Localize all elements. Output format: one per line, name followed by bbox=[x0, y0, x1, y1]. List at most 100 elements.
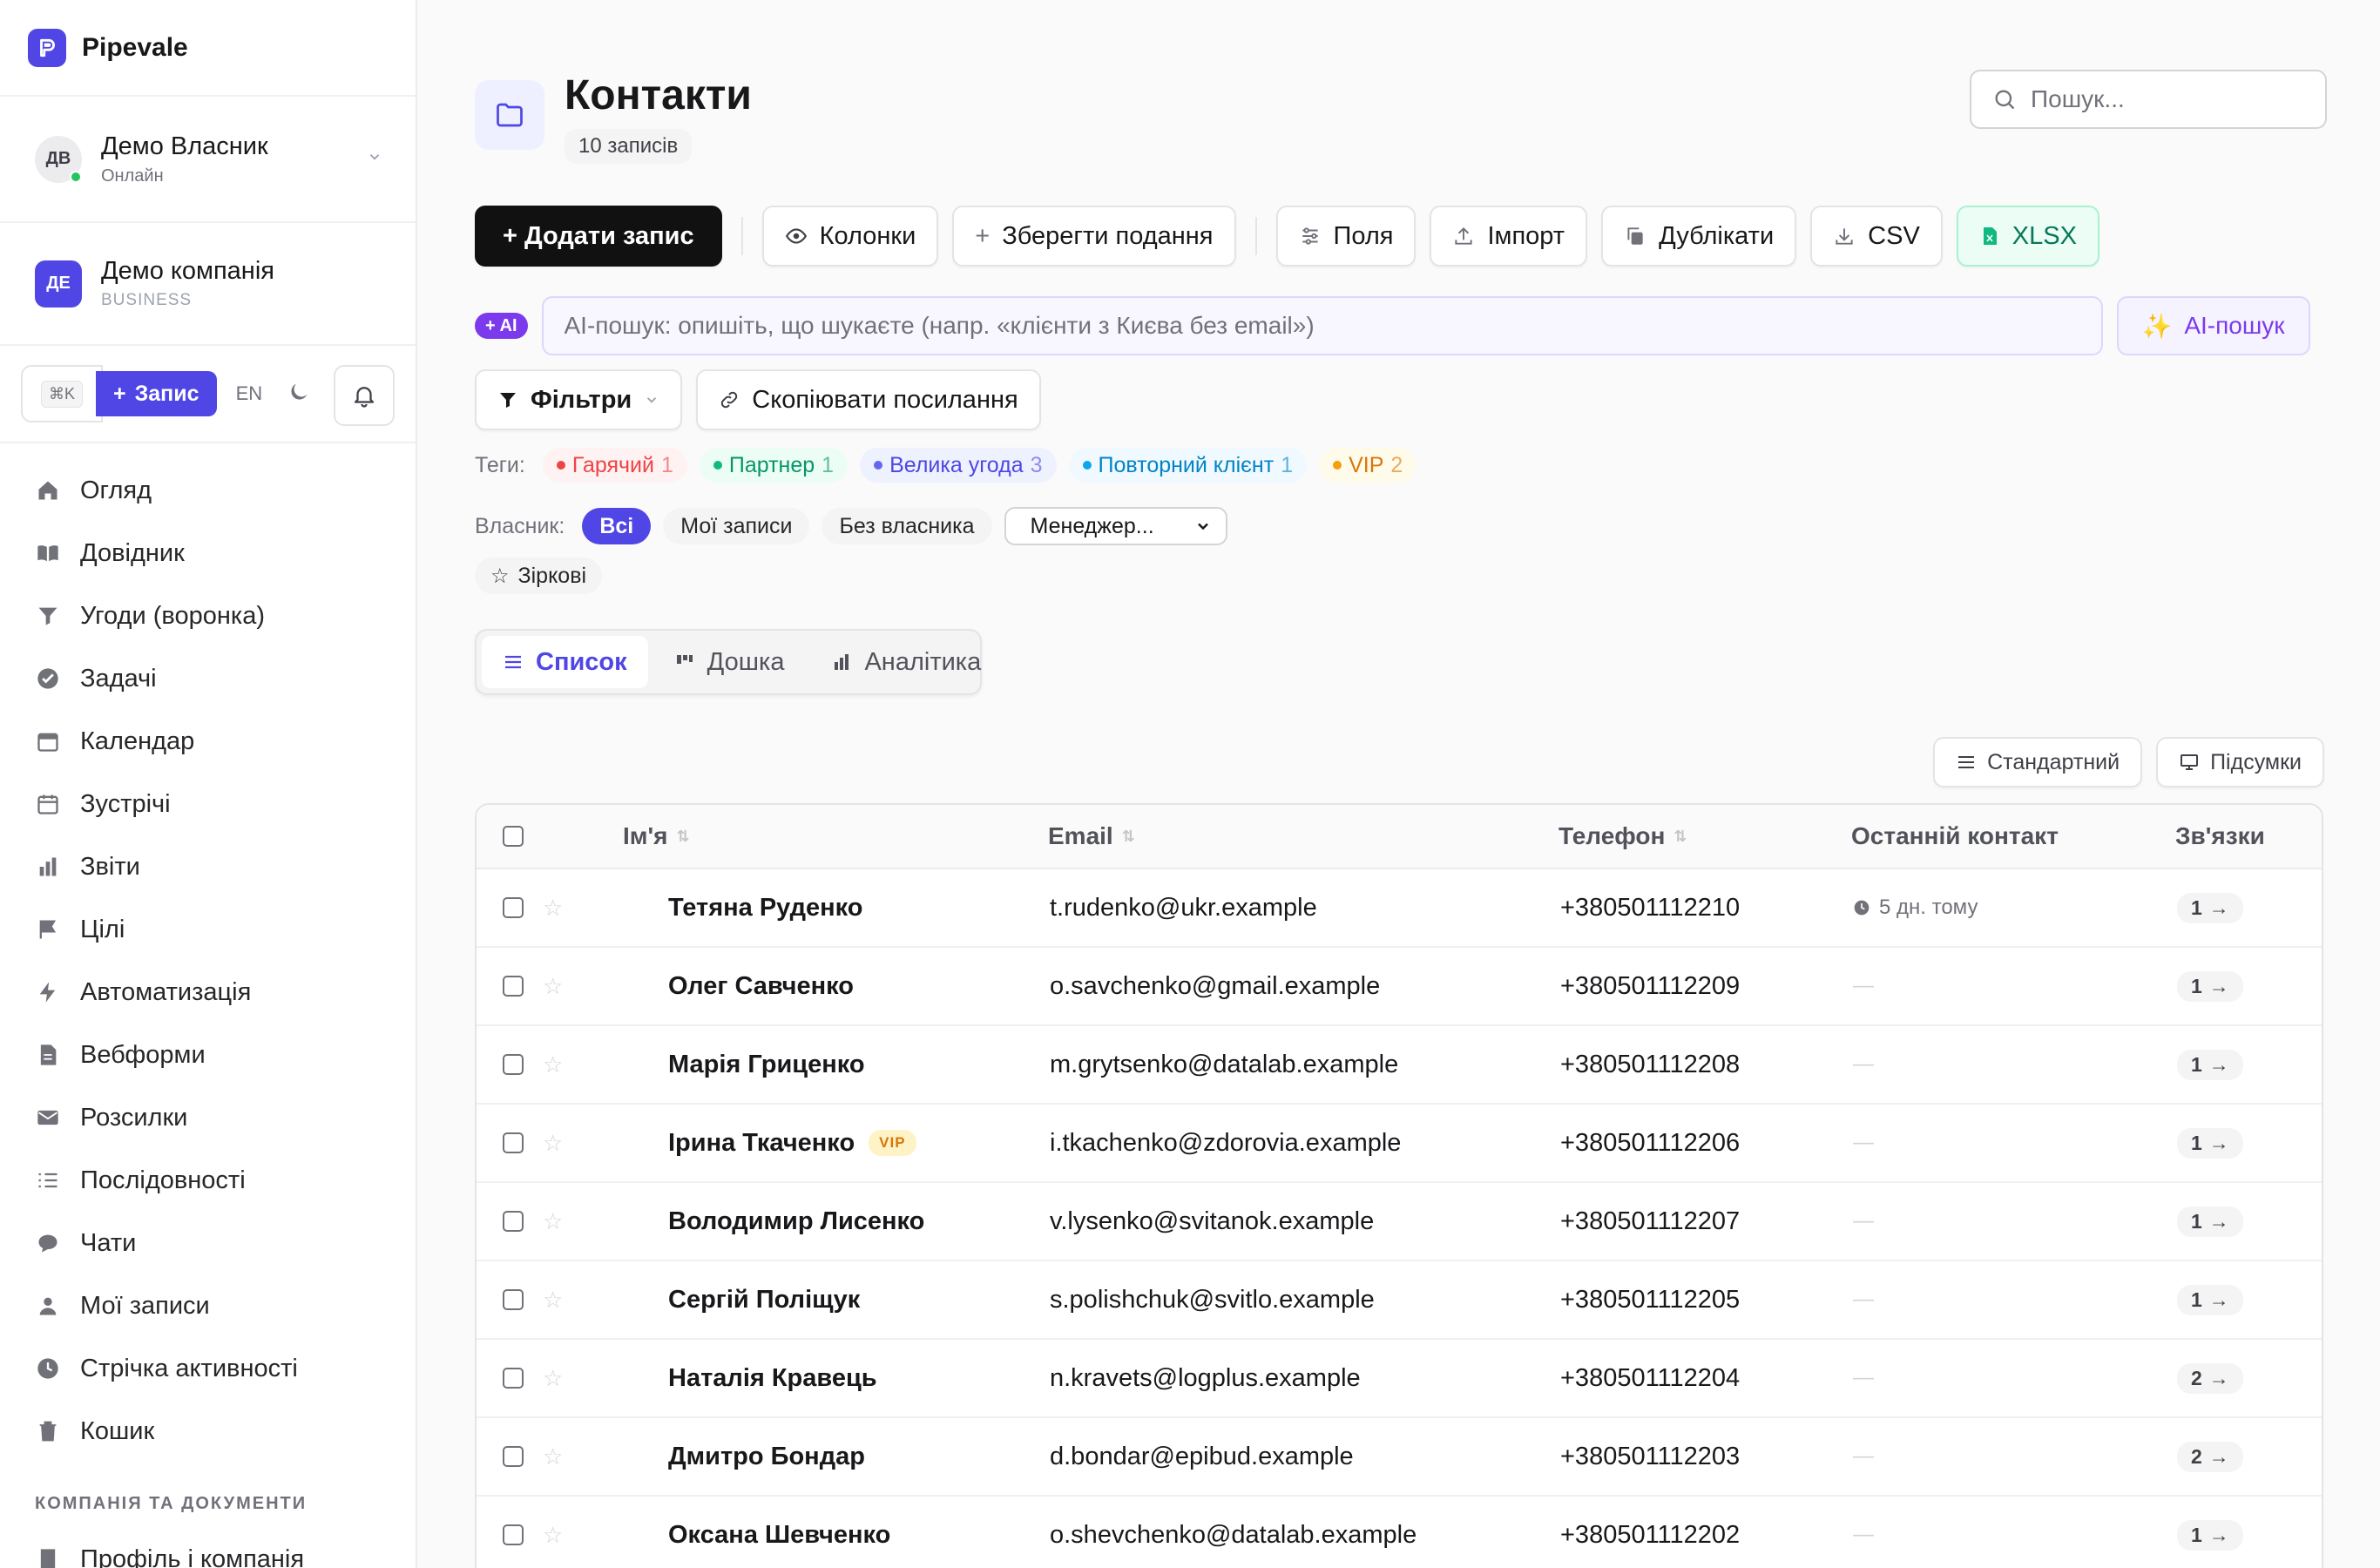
tab-board[interactable]: Дошка bbox=[653, 636, 806, 688]
nav-item-directory[interactable]: Довідник bbox=[0, 522, 416, 585]
owner-none-chip[interactable]: Без власника bbox=[822, 508, 992, 544]
links-badge[interactable]: 1 → bbox=[2177, 1127, 2243, 1159]
contact-email[interactable]: d.bondar@epibud.example bbox=[1050, 1443, 1560, 1471]
tag-chip[interactable]: Партнер 1 bbox=[699, 448, 849, 483]
contact-name[interactable]: Оксана Шевченко bbox=[668, 1521, 890, 1550]
table-row[interactable]: ☆ Дмитро Бондар d.bondar@epibud.example … bbox=[477, 1418, 2322, 1497]
star-icon[interactable]: ☆ bbox=[543, 1367, 563, 1389]
tab-list[interactable]: Список bbox=[482, 636, 648, 688]
owner-all-chip[interactable]: Всі bbox=[582, 508, 652, 544]
column-header-phone[interactable]: Телефон ⇅ bbox=[1558, 822, 1851, 850]
nav-item-activity-feed[interactable]: Стрічка активності bbox=[0, 1337, 416, 1400]
table-row[interactable]: ☆ Ірина Ткаченко VIP i.tkachenko@zdorovia… bbox=[477, 1105, 2322, 1183]
quick-add-record-button[interactable]: + Запис bbox=[96, 371, 217, 416]
user-switcher[interactable]: ДВ Демо Власник Онлайн bbox=[0, 97, 416, 223]
row-checkbox[interactable] bbox=[503, 1211, 524, 1232]
column-header-email[interactable]: Email ⇅ bbox=[1048, 822, 1558, 850]
nav-item-deals[interactable]: Угоди (воронка) bbox=[0, 585, 416, 647]
contact-phone[interactable]: +380501112207 bbox=[1560, 1207, 1853, 1236]
search-box[interactable] bbox=[1970, 70, 2327, 129]
star-icon[interactable]: ☆ bbox=[543, 1524, 563, 1546]
save-view-button[interactable]: + Зберегти подання bbox=[952, 206, 1236, 267]
nav-item-trash[interactable]: Кошик bbox=[0, 1400, 416, 1463]
contact-name[interactable]: Володимир Лисенко bbox=[668, 1207, 924, 1236]
columns-button[interactable]: Колонки bbox=[761, 206, 939, 267]
tab-analytics[interactable]: Аналітика bbox=[810, 636, 1002, 688]
row-checkbox[interactable] bbox=[503, 1368, 524, 1389]
contact-phone[interactable]: +380501112206 bbox=[1560, 1129, 1853, 1158]
nav-item-profile-company[interactable]: Профіль і компанія bbox=[0, 1528, 416, 1568]
column-header-last-contact[interactable]: Останній контакт bbox=[1851, 822, 2175, 850]
row-checkbox[interactable] bbox=[503, 1054, 524, 1075]
tag-chip[interactable]: Гарячий 1 bbox=[542, 448, 687, 483]
contact-phone[interactable]: +380501112209 bbox=[1560, 972, 1853, 1001]
column-header-name[interactable]: Ім'я ⇅ bbox=[623, 822, 1048, 850]
notifications-button[interactable] bbox=[334, 365, 395, 426]
nav-item-tasks[interactable]: Задачі bbox=[0, 647, 416, 710]
search-input[interactable] bbox=[2031, 85, 2309, 113]
contact-name[interactable]: Марія Гриценко bbox=[668, 1051, 865, 1079]
tag-chip[interactable]: VIP 2 bbox=[1319, 448, 1417, 483]
nav-item-meetings[interactable]: Зустрічі bbox=[0, 773, 416, 835]
star-icon[interactable]: ☆ bbox=[543, 896, 563, 919]
duplicates-button[interactable]: Дублікати bbox=[1601, 206, 1797, 267]
star-icon[interactable]: ☆ bbox=[543, 975, 563, 997]
links-badge[interactable]: 1 → bbox=[2177, 1049, 2243, 1080]
ai-search-button[interactable]: ✨ AI-пошук bbox=[2116, 296, 2310, 355]
contact-phone[interactable]: +380501112202 bbox=[1560, 1521, 1853, 1550]
contact-email[interactable]: o.savchenko@gmail.example bbox=[1050, 972, 1560, 1001]
nav-item-mailings[interactable]: Розсилки bbox=[0, 1086, 416, 1149]
nav-item-calendar[interactable]: Календар bbox=[0, 710, 416, 773]
row-checkbox[interactable] bbox=[503, 1446, 524, 1467]
chevron-down-icon[interactable] bbox=[367, 149, 382, 170]
contact-name[interactable]: Сергій Поліщук bbox=[668, 1286, 860, 1315]
totals-button[interactable]: Підсумки bbox=[2156, 737, 2324, 787]
contact-email[interactable]: o.shevchenko@datalab.example bbox=[1050, 1521, 1560, 1550]
contact-name[interactable]: Ірина Ткаченко bbox=[668, 1129, 855, 1158]
row-checkbox[interactable] bbox=[503, 1524, 524, 1545]
density-button[interactable]: Стандартний bbox=[1933, 737, 2143, 787]
contact-email[interactable]: t.rudenko@ukr.example bbox=[1050, 894, 1560, 923]
star-icon[interactable]: ☆ bbox=[543, 1445, 563, 1468]
row-checkbox[interactable] bbox=[503, 897, 524, 918]
contact-email[interactable]: v.lysenko@svitanok.example bbox=[1050, 1207, 1560, 1236]
tag-chip[interactable]: Повторний клієнт 1 bbox=[1068, 448, 1308, 483]
contact-email[interactable]: n.kravets@logplus.example bbox=[1050, 1364, 1560, 1393]
contact-phone[interactable]: +380501112210 bbox=[1560, 894, 1853, 923]
table-row[interactable]: ☆ Володимир Лисенко v.lysenko@svitanok.e… bbox=[477, 1183, 2322, 1261]
language-toggle[interactable]: EN bbox=[236, 382, 263, 405]
contact-email[interactable]: i.tkachenko@zdorovia.example bbox=[1050, 1129, 1560, 1158]
csv-export-button[interactable]: CSV bbox=[1810, 206, 1943, 267]
add-record-button[interactable]: + Додати запис bbox=[475, 206, 722, 267]
star-icon[interactable]: ☆ bbox=[543, 1132, 563, 1154]
nav-item-my-records[interactable]: Мої записи bbox=[0, 1274, 416, 1337]
column-header-links[interactable]: Зв'язки bbox=[2175, 822, 2322, 850]
nav-item-automation[interactable]: Автоматизація bbox=[0, 961, 416, 1024]
nav-item-reports[interactable]: Звіти bbox=[0, 835, 416, 898]
brand[interactable]: Pipevale bbox=[0, 0, 416, 97]
contact-name[interactable]: Наталія Кравець bbox=[668, 1364, 877, 1393]
contact-phone[interactable]: +380501112205 bbox=[1560, 1286, 1853, 1315]
table-row[interactable]: ☆ Оксана Шевченко o.shevchenko@datalab.e… bbox=[477, 1497, 2322, 1568]
row-checkbox[interactable] bbox=[503, 976, 524, 997]
owner-mine-chip[interactable]: Мої записи bbox=[663, 508, 810, 544]
nav-item-chats[interactable]: Чати bbox=[0, 1212, 416, 1274]
select-all-checkbox[interactable] bbox=[503, 826, 524, 847]
table-row[interactable]: ☆ Наталія Кравець n.kravets@logplus.exam… bbox=[477, 1340, 2322, 1418]
star-icon[interactable]: ☆ bbox=[543, 1210, 563, 1233]
contact-email[interactable]: s.polishchuk@svitlo.example bbox=[1050, 1286, 1560, 1315]
nav-item-webforms[interactable]: Вебформи bbox=[0, 1024, 416, 1086]
links-badge[interactable]: 1 → bbox=[2177, 1519, 2243, 1551]
table-row[interactable]: ☆ Тетяна Руденко t.rudenko@ukr.example +… bbox=[477, 869, 2322, 948]
links-badge[interactable]: 2 → bbox=[2177, 1362, 2243, 1394]
copy-link-button[interactable]: Скопіювати посилання bbox=[696, 369, 1041, 430]
contact-phone[interactable]: +380501112208 bbox=[1560, 1051, 1853, 1079]
moon-icon[interactable] bbox=[287, 380, 311, 409]
table-row[interactable]: ☆ Сергій Поліщук s.polishchuk@svitlo.exa… bbox=[477, 1261, 2322, 1340]
tag-chip[interactable]: Велика угода 3 bbox=[860, 448, 1057, 483]
row-checkbox[interactable] bbox=[503, 1289, 524, 1310]
starred-chip[interactable]: ☆ Зіркові bbox=[475, 558, 603, 594]
star-icon[interactable]: ☆ bbox=[543, 1053, 563, 1076]
contact-name[interactable]: Дмитро Бондар bbox=[668, 1443, 865, 1471]
company-switcher[interactable]: ДЕ Демо компанія BUSINESS bbox=[0, 223, 416, 346]
